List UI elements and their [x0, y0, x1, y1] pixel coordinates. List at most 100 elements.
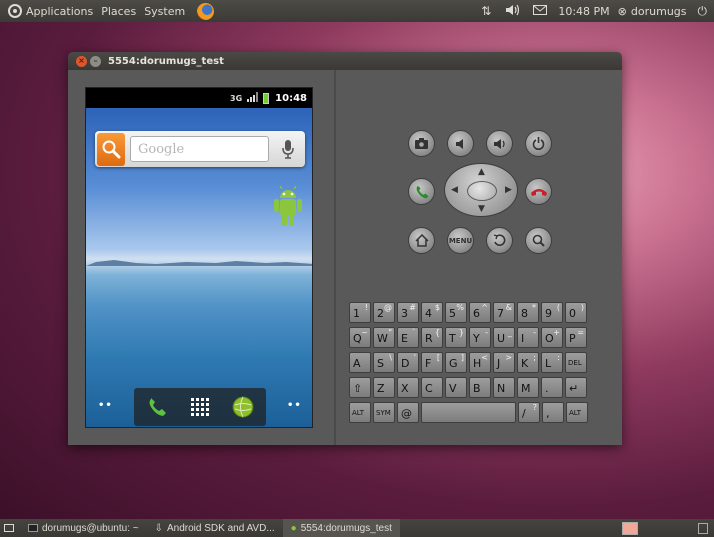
key-p[interactable]: P =: [565, 327, 587, 348]
system-menu[interactable]: System: [140, 0, 189, 22]
key-a[interactable]: A: [349, 352, 371, 373]
applications-menu[interactable]: Applications: [0, 0, 97, 22]
show-desktop-icon[interactable]: [4, 524, 14, 532]
key-w[interactable]: W ": [373, 327, 395, 348]
workspace-switcher[interactable]: [622, 521, 638, 535]
device-screen[interactable]: 3G 10:48 Google •• ••: [85, 87, 313, 428]
key-f[interactable]: F[: [421, 352, 443, 373]
volume-up-button[interactable]: [486, 130, 513, 157]
key-del[interactable]: DEL: [565, 352, 587, 373]
search-button[interactable]: [525, 227, 552, 254]
search-button[interactable]: [97, 132, 125, 166]
key-h[interactable]: H <: [469, 352, 491, 373]
key-alt-left[interactable]: ALT: [349, 402, 371, 423]
phone-app-icon[interactable]: [146, 396, 168, 418]
trash-icon[interactable]: [698, 522, 708, 534]
key-j[interactable]: J >: [493, 352, 515, 373]
ubuntu-logo-icon: [8, 4, 22, 18]
key-space[interactable]: [421, 402, 516, 423]
firefox-launcher[interactable]: [189, 0, 218, 22]
network-icon[interactable]: ⇅: [474, 4, 498, 18]
key-shift[interactable]: ⇧: [349, 377, 371, 398]
key-u[interactable]: U _: [493, 327, 515, 348]
taskbar-item-sdk-manager[interactable]: ⇩ Android SDK and AVD...: [147, 523, 283, 534]
key-comma[interactable]: ,: [542, 402, 564, 423]
menu-button[interactable]: MENU: [447, 227, 474, 254]
key-1[interactable]: 1!: [349, 302, 371, 323]
key-b[interactable]: B: [469, 377, 491, 398]
volume-down-button[interactable]: [447, 130, 474, 157]
device-pane: 3G 10:48 Google •• ••: [68, 70, 330, 445]
key-n[interactable]: N: [493, 377, 515, 398]
android-robot-icon[interactable]: [271, 186, 305, 232]
key-d[interactable]: D ': [397, 352, 419, 373]
window-titlebar[interactable]: × – 5554:dorumugs_test: [68, 52, 622, 70]
camera-button[interactable]: [408, 130, 435, 157]
key-8[interactable]: 8 *: [517, 302, 539, 323]
clock[interactable]: 10:48 PM: [554, 0, 613, 22]
key-7[interactable]: 7 &: [493, 302, 515, 323]
mail-icon[interactable]: [526, 4, 554, 18]
volume-up-icon: [493, 138, 505, 149]
key-i[interactable]: I-: [517, 327, 539, 348]
home-button[interactable]: [408, 227, 435, 254]
places-menu[interactable]: Places: [97, 0, 140, 22]
key-9[interactable]: 9(: [541, 302, 563, 323]
firefox-icon: [197, 2, 215, 20]
key-q[interactable]: Q ~: [349, 327, 371, 348]
google-search-widget[interactable]: Google: [95, 131, 305, 167]
key-alt-right[interactable]: ALT: [566, 402, 588, 423]
end-call-button[interactable]: [525, 178, 552, 205]
key-3[interactable]: 3 #: [397, 302, 419, 323]
keyboard-row-4: ⇧ Z X C V B N M . ↵: [349, 377, 589, 398]
key-c[interactable]: C: [421, 377, 443, 398]
back-button[interactable]: [486, 227, 513, 254]
taskbar-item-terminal[interactable]: dorumugs@ubuntu: ~: [20, 523, 147, 534]
key-0[interactable]: 0): [565, 302, 587, 323]
key-s[interactable]: S \: [373, 352, 395, 373]
dpad-right-icon[interactable]: ▶: [505, 185, 512, 195]
dpad[interactable]: ▲ ▼ ◀ ▶: [444, 163, 518, 217]
key-sym[interactable]: SYM: [373, 402, 395, 423]
close-icon[interactable]: ×: [76, 55, 87, 67]
minimize-icon[interactable]: –: [90, 55, 101, 67]
power-icon[interactable]: ⏻: [691, 4, 714, 19]
key-at[interactable]: @: [397, 402, 419, 423]
voice-search-button[interactable]: [274, 135, 302, 163]
call-button[interactable]: [408, 178, 435, 205]
key-r[interactable]: R{: [421, 327, 443, 348]
app-drawer-icon[interactable]: [190, 398, 209, 416]
key-period[interactable]: .: [541, 377, 563, 398]
key-2[interactable]: 2 @: [373, 302, 395, 323]
home-wallpaper: Google •• ••: [86, 108, 312, 427]
key-5[interactable]: 5%: [445, 302, 467, 323]
key-v[interactable]: V: [445, 377, 467, 398]
dpad-up-icon[interactable]: ▲: [478, 167, 485, 177]
key-g[interactable]: G]: [445, 352, 467, 373]
key-6[interactable]: 6 ^: [469, 302, 491, 323]
dpad-left-icon[interactable]: ◀: [451, 185, 458, 195]
key-y[interactable]: Y-: [469, 327, 491, 348]
dpad-center-button[interactable]: [467, 181, 497, 201]
home-icon: [414, 234, 429, 247]
key-slash[interactable]: /?: [518, 402, 540, 423]
key-4[interactable]: 4 $: [421, 302, 443, 323]
key-enter[interactable]: ↵: [565, 377, 587, 398]
dpad-down-icon[interactable]: ▼: [478, 204, 485, 214]
key-k[interactable]: K;: [517, 352, 539, 373]
browser-app-icon[interactable]: [232, 396, 254, 418]
key-z[interactable]: Z: [373, 377, 395, 398]
key-e[interactable]: E `: [397, 327, 419, 348]
taskbar-item-emulator[interactable]: ● 5554:dorumugs_test: [282, 519, 400, 537]
search-icon: [532, 234, 545, 247]
volume-icon[interactable]: [498, 4, 526, 19]
power-button[interactable]: [525, 130, 552, 157]
places-menu-label: Places: [101, 4, 137, 18]
google-search-input[interactable]: Google: [130, 136, 269, 162]
key-m[interactable]: M: [517, 377, 539, 398]
key-t[interactable]: T}: [445, 327, 467, 348]
key-l[interactable]: L:: [541, 352, 563, 373]
user-menu[interactable]: ⊗ dorumugs: [614, 0, 691, 22]
key-x[interactable]: X: [397, 377, 419, 398]
key-o[interactable]: O +: [541, 327, 563, 348]
